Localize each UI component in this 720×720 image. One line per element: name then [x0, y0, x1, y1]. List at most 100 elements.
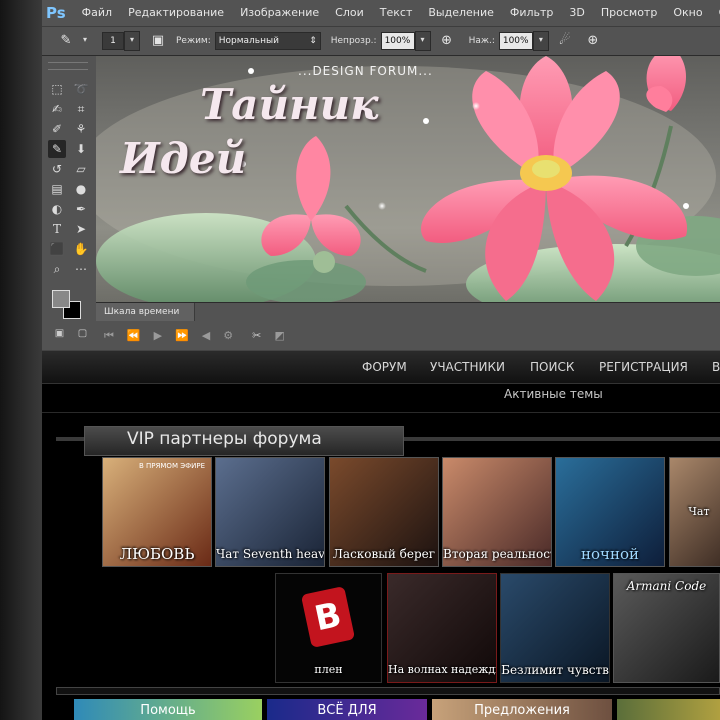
pen-tool-icon[interactable]: ✒ [72, 200, 90, 218]
sparkle [683, 203, 689, 209]
menu-help[interactable]: Справка [711, 0, 720, 26]
prev-frame-icon[interactable]: ⏪ [127, 329, 141, 343]
menu-image[interactable]: Изображение [232, 0, 327, 26]
partner-badge: В ПРЯМОМ ЭФИРЕ [139, 462, 205, 470]
nav-search[interactable]: ПОИСК [530, 351, 574, 383]
partner-banner[interactable]: В ПРЯМОМ ЭФИРЕ ЛЮБОВЬ [102, 457, 212, 567]
banner-title-line2: Идей [120, 134, 247, 183]
partner-banner[interactable]: Armani Code [613, 573, 720, 683]
partner-banner[interactable]: Чат Seventh heaven [215, 457, 325, 567]
partner-caption: Чат Seventh heaven [216, 547, 325, 561]
partner-banner[interactable]: Вторая реальность [442, 457, 552, 567]
sparkle [248, 68, 254, 74]
menu-file[interactable]: Файл [74, 0, 120, 26]
audio-icon[interactable]: ◀ [202, 329, 210, 343]
crop-tool-icon[interactable]: ⌗ [72, 100, 90, 118]
quick-select-tool-icon[interactable]: ✍ [48, 100, 66, 118]
partner-caption: плен [314, 663, 343, 676]
eraser-tool-icon[interactable]: ▱ [72, 160, 90, 178]
bottom-banner[interactable] [617, 699, 720, 720]
menu-type[interactable]: Текст [372, 0, 421, 26]
menu-3d[interactable]: 3D [561, 0, 592, 26]
menu-view[interactable]: Просмотр [593, 0, 665, 26]
bottom-banner-label: Предложения [474, 703, 570, 718]
path-select-tool-icon[interactable]: ➤ [72, 220, 90, 238]
dodge-tool-icon[interactable]: ◐ [48, 200, 66, 218]
mode-select[interactable]: Нормальный ⇕ [214, 32, 321, 50]
transition-icon[interactable]: ◩ [274, 329, 284, 343]
nav-forum[interactable]: ФОРУМ [362, 351, 407, 383]
clone-stamp-tool-icon[interactable]: ⬇ [72, 140, 90, 158]
history-brush-tool-icon[interactable]: ↺ [48, 160, 66, 178]
canvas-banner: ...DESIGN FORUM... Тайник Идей [96, 56, 720, 302]
nav-register[interactable]: РЕГИСТРАЦИЯ [599, 351, 688, 383]
opacity-field[interactable]: 100% [380, 32, 415, 50]
flow-dropdown[interactable]: ▾ [532, 31, 549, 51]
timeline-tab[interactable]: Шкала времени [96, 303, 195, 321]
tools-grid: ⬚ ➰ ✍ ⌗ ✐ ⚘ ✎ ⬇ ↺ ▱ ▤ ● ◐ ✒ T ➤ ⬛ ✋ ⌕ ⋯ [42, 56, 96, 278]
extra-tools-icon[interactable]: ⋯ [72, 260, 90, 278]
menu-filter[interactable]: Фильтр [502, 0, 562, 26]
window-left-edge [0, 0, 42, 720]
partner-banner[interactable]: ночной [555, 457, 665, 567]
partner-banner[interactable]: Чат [669, 457, 720, 567]
updown-icon: ⇕ [309, 36, 317, 46]
play-icon[interactable]: ▶ [154, 329, 162, 343]
menu-layers[interactable]: Слои [327, 0, 372, 26]
sparkle [472, 102, 480, 110]
partner-banner[interactable]: Ласковый берег [329, 457, 439, 567]
photoshop-window: Ps Файл Редактирование Изображение Слои … [0, 0, 720, 720]
menu-edit[interactable]: Редактирование [120, 0, 232, 26]
quick-mask-icon[interactable]: ▣ [55, 328, 64, 342]
shape-tool-icon[interactable]: ⬛ [48, 240, 66, 258]
brush-tool-icon[interactable]: ✎ [48, 140, 66, 158]
partner-banner[interactable]: Безлимит чувств [500, 573, 610, 683]
first-frame-icon[interactable]: ⏮ [104, 329, 114, 343]
menu-select[interactable]: Выделение [420, 0, 502, 26]
nav-members[interactable]: УЧАСТНИКИ [430, 351, 505, 383]
banner-title-line1: Тайник [200, 80, 379, 129]
airbrush-icon[interactable]: ☄ [555, 31, 575, 51]
sparkle [423, 118, 429, 124]
timeline-controls: ⏮ ⏪ ▶ ⏩ ◀ ⚙ ✂ ◩ [104, 329, 285, 343]
active-topics-link[interactable]: Активные темы [504, 387, 603, 401]
pressure-size-icon[interactable]: ⊕ [583, 31, 603, 51]
screen-mode-icon[interactable]: ▢ [78, 328, 87, 342]
bottom-banner[interactable]: ВСЁ ДЛЯ [267, 699, 427, 720]
partner-banner[interactable]: На волнах надежды [387, 573, 497, 683]
settings-icon[interactable]: ⚙ [223, 329, 233, 343]
brush-preset-dropdown[interactable]: ▾ [78, 32, 92, 50]
bottom-banner[interactable]: Помощь [74, 699, 262, 720]
tools-panel-grip[interactable] [48, 62, 88, 70]
split-scissors-icon[interactable]: ✂ [252, 329, 261, 343]
foreground-color-swatch[interactable] [52, 290, 70, 308]
brush-size-field[interactable]: 1 [102, 32, 124, 50]
opacity-dropdown[interactable]: ▾ [414, 31, 431, 51]
brush-panel-icon[interactable]: ▣ [148, 31, 168, 51]
partner-logo-icon: B [300, 586, 356, 648]
lotus-leaf [246, 260, 366, 302]
lasso-tool-icon[interactable]: ➰ [72, 80, 90, 98]
zoom-tool-icon[interactable]: ⌕ [48, 260, 66, 278]
flow-field[interactable]: 100% [498, 32, 533, 50]
pressure-opacity-icon[interactable]: ⊕ [437, 31, 457, 51]
next-frame-icon[interactable]: ⏩ [175, 329, 189, 343]
type-tool-icon[interactable]: T [48, 220, 66, 238]
partner-caption: Ласковый берег [332, 547, 436, 561]
bottom-banner[interactable]: Предложения [432, 699, 612, 720]
forum-site: ФОРУМ УЧАСТНИКИ ПОИСК РЕГИСТРАЦИЯ В Акти… [42, 350, 720, 720]
options-bar: ✎ ▾ 1 ▾ ▣ Режим: Нормальный ⇕ Непрозр.: … [42, 27, 720, 56]
nav-login[interactable]: В [712, 351, 720, 383]
brush-preset-icon[interactable]: ✎ [56, 31, 76, 51]
blur-tool-icon[interactable]: ● [72, 180, 90, 198]
marquee-tool-icon[interactable]: ⬚ [48, 80, 66, 98]
menu-window[interactable]: Окно [665, 0, 710, 26]
hand-tool-icon[interactable]: ✋ [72, 240, 90, 258]
gradient-tool-icon[interactable]: ▤ [48, 180, 66, 198]
brush-size-dropdown[interactable]: ▾ [124, 31, 140, 51]
lotus-seed-pod [313, 251, 335, 273]
spot-heal-tool-icon[interactable]: ⚘ [72, 120, 90, 138]
vip-title: VIP партнеры форума [127, 429, 322, 449]
partner-banner[interactable]: B плен [275, 573, 382, 683]
eyedropper-tool-icon[interactable]: ✐ [48, 120, 66, 138]
